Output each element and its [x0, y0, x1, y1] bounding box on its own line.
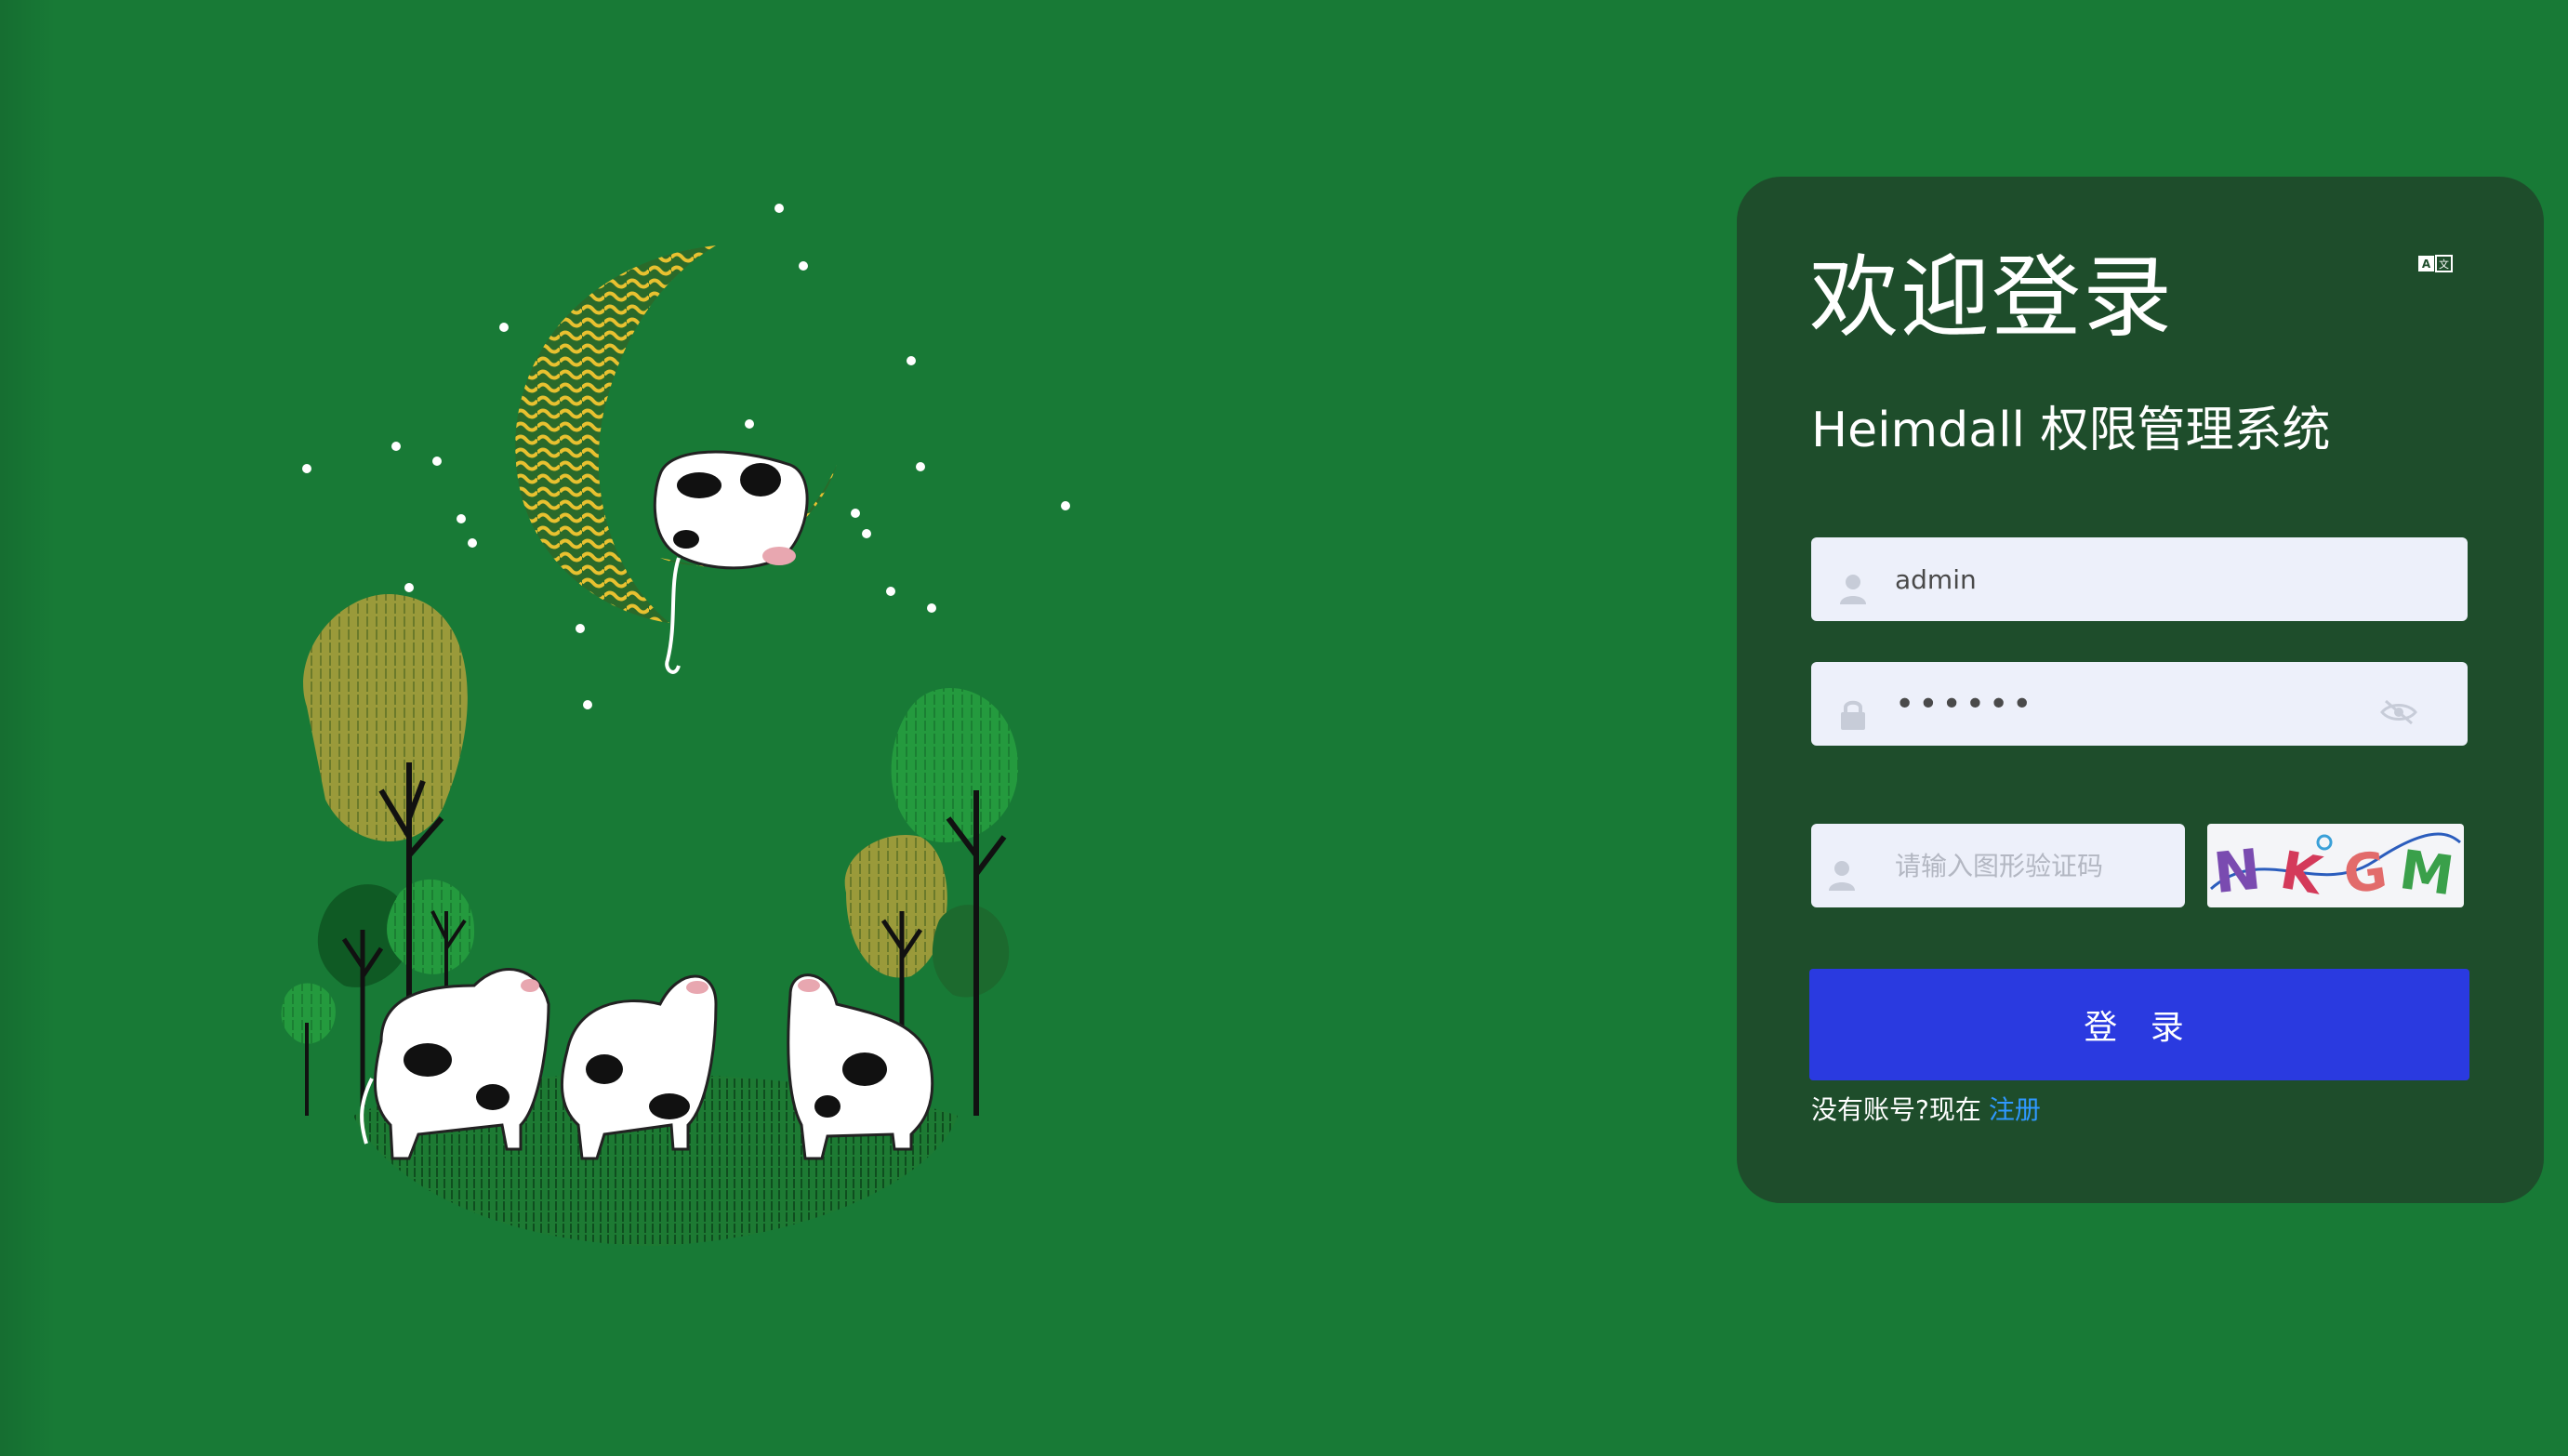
- captcha-char: N: [2211, 837, 2264, 907]
- svg-text:A: A: [2422, 258, 2431, 271]
- captcha-char: M: [2396, 838, 2458, 907]
- page-title: 欢迎登录: [1809, 245, 2174, 350]
- captcha-image[interactable]: N K G M: [2207, 824, 2464, 907]
- user-icon: [1828, 859, 1856, 896]
- page-subtitle: Heimdall 权限管理系统: [1811, 403, 2331, 458]
- moon-cow: [653, 450, 809, 674]
- password-field-container: [1811, 662, 2468, 746]
- register-prompt: 没有账号?现在: [1811, 1094, 1981, 1125]
- moon: [515, 245, 716, 623]
- captcha-char: K: [2276, 841, 2329, 907]
- eye-off-icon[interactable]: [2380, 699, 2417, 729]
- left-edge-shadow: [0, 0, 56, 1456]
- svg-text:文: 文: [2439, 258, 2449, 271]
- register-link[interactable]: 注册: [1989, 1094, 2041, 1125]
- translate-icon[interactable]: A 文: [2417, 253, 2455, 275]
- captcha-input[interactable]: [1895, 824, 2174, 907]
- login-page: A 文 欢迎登录 Heimdall 权限管理系统 admin •••••• 请输…: [0, 0, 2568, 1456]
- password-input[interactable]: [1895, 662, 2360, 746]
- register-prompt-line: 没有账号?现在 注册: [1811, 1092, 2041, 1129]
- captcha-field-container: [1811, 824, 2185, 907]
- cow-moon-illustration: [281, 204, 1070, 1246]
- login-button[interactable]: 登 录: [1809, 969, 2469, 1080]
- lock-icon: [1839, 699, 1867, 735]
- username-field-container: [1811, 537, 2468, 621]
- user-icon: [1839, 573, 1867, 610]
- captcha-char: G: [2340, 841, 2391, 907]
- username-input[interactable]: [1895, 537, 2443, 621]
